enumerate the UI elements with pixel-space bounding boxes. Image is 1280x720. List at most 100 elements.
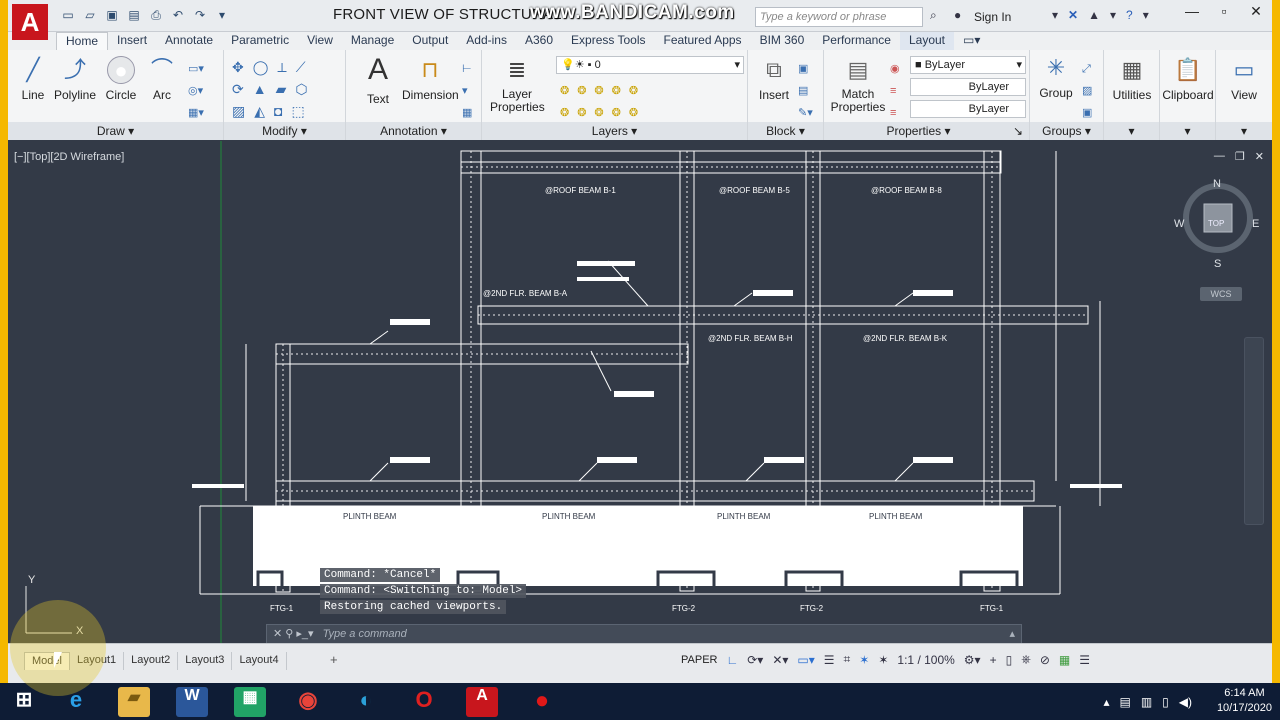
selection-icon[interactable]: ▭▾: [797, 653, 814, 667]
drawing-canvas[interactable]: [−][Top][2D Wireframe] — ❐ ✕ @ROOF BEAM …: [8, 141, 1272, 643]
modify-panel-title[interactable]: Modify ▾: [224, 122, 345, 140]
help-icon[interactable]: ?: [1126, 8, 1133, 22]
undo-icon[interactable]: ↶: [170, 8, 186, 22]
osnap-icon[interactable]: ✕▾: [772, 653, 788, 667]
hardware-acceleration-icon[interactable]: ⎈: [1021, 652, 1031, 667]
draw-panel-title[interactable]: Draw ▾: [8, 122, 223, 140]
new-file-icon[interactable]: ▭: [60, 8, 76, 22]
viewcube[interactable]: N S E W TOP: [1174, 174, 1259, 270]
chrome-icon[interactable]: ◉: [292, 687, 324, 717]
exchange-icon[interactable]: ✕: [1068, 8, 1078, 22]
annotation-scale-icon[interactable]: ✶: [878, 653, 888, 667]
search-input[interactable]: Type a keyword or phrase: [755, 7, 923, 27]
paper-space-toggle[interactable]: PAPER: [681, 654, 717, 666]
chevron-down-icon[interactable]: ▾: [1052, 8, 1058, 22]
compass-east[interactable]: E: [1252, 218, 1259, 230]
layer-tools[interactable]: ❂❂❂❂❂ ❂❂❂❂❂: [560, 80, 646, 124]
utilities-expand[interactable]: ▾: [1104, 122, 1159, 140]
group-tools[interactable]: ⤢ ▨ ▣: [1082, 58, 1092, 124]
gear-icon[interactable]: ⚙▾: [964, 653, 981, 667]
compass-south[interactable]: S: [1214, 258, 1221, 270]
block-panel-title[interactable]: Block ▾: [748, 122, 823, 140]
properties-panel-title[interactable]: Properties ▾ ↘: [824, 122, 1029, 140]
open-file-icon[interactable]: ▱: [82, 8, 98, 22]
isolate-icon[interactable]: ▯: [1006, 653, 1013, 667]
tab-featured-apps[interactable]: Featured Apps: [655, 32, 751, 50]
layers-panel-title[interactable]: Layers ▾: [482, 122, 747, 140]
draw-more-tools[interactable]: ▭▾ ◎▾ ▦▾: [188, 58, 204, 124]
ortho-icon[interactable]: ∟: [726, 653, 738, 667]
arc-tool[interactable]: ⌒ Arc: [144, 56, 180, 102]
annotation-panel-title[interactable]: Annotation ▾: [346, 122, 481, 140]
view-expand[interactable]: ▾: [1216, 122, 1272, 140]
block-tools[interactable]: ▣ ▤ ✎▾: [798, 58, 813, 124]
edge-icon[interactable]: ◐: [350, 687, 382, 717]
linetype-dropdown[interactable]: ByLayer: [910, 78, 1026, 96]
compass-north[interactable]: N: [1213, 178, 1221, 190]
circle-tool[interactable]: ● Circle: [102, 56, 140, 102]
layer-properties-button[interactable]: ≣ Layer Properties: [490, 56, 545, 114]
tab-express-tools[interactable]: Express Tools: [562, 32, 654, 50]
text-tool[interactable]: A Text: [358, 52, 398, 106]
tab-parametric[interactable]: Parametric: [222, 32, 298, 50]
line-tool[interactable]: ╱ Line: [14, 56, 52, 102]
chevron-down-icon[interactable]: ▾: [1110, 8, 1116, 22]
battery-icon[interactable]: ▯: [1162, 695, 1169, 709]
bandicam-icon[interactable]: ●: [526, 687, 558, 717]
autodesk-icon[interactable]: ▲: [1088, 8, 1100, 22]
compass-west[interactable]: W: [1174, 218, 1184, 230]
clean-screen-icon[interactable]: ⊘: [1040, 653, 1050, 667]
layout-tab-layout4[interactable]: Layout4: [232, 652, 287, 670]
annotation-autoscale-icon[interactable]: ✶: [859, 653, 869, 667]
view-button[interactable]: ▭ View: [1220, 56, 1268, 102]
start-button[interactable]: ⊞: [8, 687, 40, 717]
save-as-icon[interactable]: ▤: [126, 8, 142, 22]
match-properties-button[interactable]: ▤ Match Properties: [830, 56, 886, 114]
tab-a360[interactable]: A360: [516, 32, 562, 50]
word-icon[interactable]: W: [176, 687, 208, 717]
tab-insert[interactable]: Insert: [108, 32, 156, 50]
sign-in-button[interactable]: Sign In: [974, 10, 1011, 24]
close-button[interactable]: ✕: [1240, 0, 1272, 24]
command-close-icon[interactable]: ✕ ⚲ ▸_▾: [267, 628, 320, 640]
customize-icon[interactable]: ☰: [1079, 653, 1090, 667]
wcs-menu[interactable]: WCS: [1200, 287, 1242, 301]
volume-icon[interactable]: ◀): [1179, 695, 1192, 709]
maximize-button[interactable]: ▫: [1208, 0, 1240, 24]
utilities-button[interactable]: ▦ Utilities: [1106, 56, 1158, 102]
opera-icon[interactable]: O: [408, 687, 440, 717]
annotation-more[interactable]: ⊢ ▾ ▦: [462, 58, 472, 124]
tab-home[interactable]: Home: [56, 32, 109, 50]
network-icon[interactable]: ▥: [1141, 695, 1152, 709]
add-layout-icon[interactable]: +: [330, 652, 338, 667]
tab-bim-360[interactable]: BIM 360: [751, 32, 814, 50]
annotation-visibility-icon[interactable]: ⌗: [844, 652, 851, 667]
workspace-dropdown-icon[interactable]: ▾: [214, 8, 230, 22]
clipboard-button[interactable]: 📋 Clipboard: [1160, 56, 1216, 102]
tab-view[interactable]: View: [298, 32, 342, 50]
user-icon[interactable]: ●: [954, 8, 961, 22]
save-icon[interactable]: ▣: [104, 8, 120, 22]
chevron-up-icon[interactable]: ▴: [1103, 695, 1109, 709]
ribbon-toggle-icon[interactable]: ▭▾: [954, 32, 989, 50]
layer-dropdown[interactable]: 💡☀ ▪ 0 ▾: [556, 56, 744, 74]
minimize-button[interactable]: —: [1176, 0, 1208, 24]
redo-icon[interactable]: ↷: [192, 8, 208, 22]
workspace-icon[interactable]: ▦: [1059, 653, 1070, 667]
navigation-bar[interactable]: [1244, 337, 1264, 525]
command-bar[interactable]: ✕ ⚲ ▸_▾ Type a command ▴: [266, 624, 1022, 643]
tab-manage[interactable]: Manage: [342, 32, 403, 50]
viewcube-top-face[interactable]: TOP: [1208, 219, 1224, 228]
store-icon[interactable]: ▦: [234, 687, 266, 717]
plot-icon[interactable]: ⎙: [148, 8, 164, 22]
autocad-taskbar-icon[interactable]: A: [466, 687, 498, 717]
layout-tab-layout3[interactable]: Layout3: [178, 652, 233, 670]
group-button[interactable]: ✳ Group: [1034, 54, 1078, 100]
layout-tab-layout2[interactable]: Layout2: [124, 652, 179, 670]
color-dropdown[interactable]: ■ ByLayer ▾: [910, 56, 1026, 74]
tab-add-ins[interactable]: Add-ins: [457, 32, 516, 50]
tab-performance[interactable]: Performance: [813, 32, 900, 50]
tab-layout[interactable]: Layout: [899, 32, 954, 50]
binoculars-icon[interactable]: ⌕: [930, 8, 937, 23]
tab-output[interactable]: Output: [403, 32, 457, 50]
